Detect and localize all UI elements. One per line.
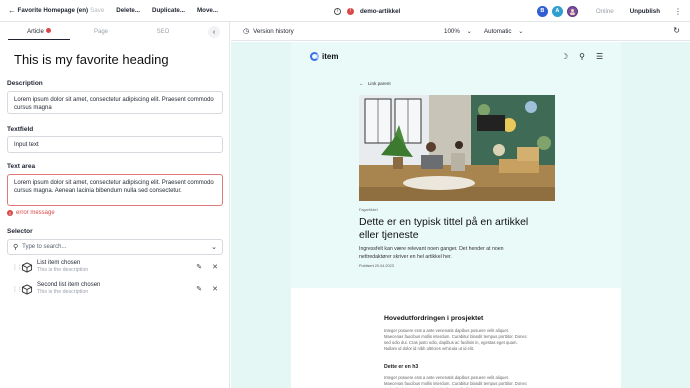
error-dot-icon: [45, 28, 51, 33]
menu-icon[interactable]: ☰: [596, 52, 603, 61]
arrow-left-icon: ←: [359, 81, 364, 86]
selector-input[interactable]: ⚲ Type to search... ⌄: [7, 239, 223, 255]
article-date: Publisert 20.04.2023: [359, 264, 394, 268]
cube-icon: [21, 261, 33, 273]
list-item-title: Second list item chosen: [37, 282, 101, 288]
tab-label: Page: [93, 29, 108, 35]
avatar[interactable]: A: [551, 5, 563, 17]
preview-panel: ◷ Version history 100% ⌄ Automatic ⌄ ↻ i…: [231, 22, 690, 388]
list-item-description: This is the description: [37, 267, 89, 273]
info-icon[interactable]: i: [334, 7, 341, 15]
list-item: ⋮⋮ Second list item chosen This is the d…: [12, 280, 222, 298]
chevron-left-icon: ‹: [212, 28, 216, 36]
search-icon: ⚲: [13, 244, 19, 251]
version-history-button[interactable]: ◷ Version history: [243, 27, 294, 36]
device-select[interactable]: Automatic ⌄: [484, 28, 523, 35]
avatar[interactable]: [566, 5, 578, 17]
user-photo-icon: [569, 8, 575, 15]
tab-label: SEO: [156, 29, 170, 35]
drag-handle-icon[interactable]: ⋮⋮: [12, 264, 23, 271]
arrow-left-icon[interactable]: ←: [8, 6, 18, 15]
preview-canvas: item ☽ ⚲ ☰ ← Link parent Fagartikkel Det…: [231, 42, 690, 388]
textfield-label: Textfield: [7, 126, 34, 133]
hero-image: [359, 95, 555, 201]
list-item-description: This is the description: [37, 289, 89, 295]
top-toolbar: ← Favorite Homepage (en) Save Delete... …: [0, 0, 690, 22]
list-item-title: List item chosen: [37, 260, 81, 266]
chevron-down-icon: ⌄: [466, 28, 472, 35]
duplicate-button[interactable]: Duplicate...: [152, 7, 185, 14]
close-icon[interactable]: ✕: [212, 285, 218, 293]
version-history-label: Version history: [253, 27, 294, 35]
selector-label: Selector: [7, 228, 33, 235]
tab-page[interactable]: Page: [70, 26, 132, 40]
textarea-field[interactable]: Lorem ipsum dolor sit amet, consectetur …: [7, 174, 223, 206]
textarea-label: Text area: [7, 163, 36, 170]
site-logo[interactable]: item: [310, 52, 338, 61]
link-parent-label: Link parent: [367, 81, 391, 86]
unpublish-button[interactable]: Unpublish: [630, 8, 660, 15]
zoom-select[interactable]: 100% ⌄: [444, 28, 472, 35]
logo-text: item: [322, 52, 339, 61]
editor-tabs: Article Page SEO: [8, 26, 208, 40]
page-slug: demo-artikkel: [360, 7, 401, 15]
alert-icon[interactable]: !: [347, 7, 354, 15]
textfield-input[interactable]: Input text: [7, 136, 223, 153]
description-field[interactable]: Lorem ipsum dolor sit amet, consectetur …: [7, 91, 223, 114]
preview-toolbar: ◷ Version history 100% ⌄ Automatic ⌄ ↻: [231, 22, 690, 41]
error-message: ! error message: [7, 210, 55, 216]
avatar[interactable]: B: [536, 5, 548, 17]
article-title: Dette er en typisk tittel på en artikkel…: [359, 216, 529, 241]
delete-button[interactable]: Delete...: [116, 7, 140, 14]
more-vertical-icon[interactable]: ⋮: [674, 7, 682, 16]
move-button[interactable]: Move...: [197, 7, 218, 14]
list-item: ⋮⋮ List item chosen This is the descript…: [12, 258, 222, 276]
subsection-heading: Dette er en h3: [384, 364, 419, 370]
paragraph: Integer posuere erat a ante venenatis da…: [384, 375, 527, 388]
refresh-icon[interactable]: ↻: [673, 26, 680, 35]
article-intro: Ingressfelt kan være relevant noen gange…: [359, 246, 504, 260]
logo-mark-icon: [310, 52, 319, 61]
device-value: Automatic: [484, 28, 512, 35]
close-icon[interactable]: ✕: [212, 263, 218, 271]
tab-article[interactable]: Article: [8, 26, 70, 40]
link-parent[interactable]: ← Link parent: [359, 81, 391, 86]
drag-handle-icon[interactable]: ⋮⋮: [12, 286, 23, 293]
heading-field[interactable]: This is my favorite heading: [14, 52, 169, 67]
editor-panel: Article Page SEO ‹ This is my favorite h…: [0, 22, 230, 388]
zoom-value: 100%: [444, 28, 460, 35]
status-badge: Online: [595, 7, 614, 15]
paragraph: Integer posuere erat a ante venenatis da…: [384, 328, 527, 351]
chevron-down-icon[interactable]: ⌄: [211, 243, 217, 251]
edit-icon[interactable]: ✎: [196, 285, 202, 293]
tab-label: Article: [27, 29, 44, 35]
chevron-down-icon: ⌄: [518, 28, 524, 35]
edit-icon[interactable]: ✎: [196, 263, 202, 271]
save-button[interactable]: Save: [90, 7, 104, 14]
article-kicker: Fagartikkel: [359, 208, 378, 212]
error-text: error message: [16, 210, 55, 216]
section-heading: Hovedutfordringen i prosjektet: [384, 315, 484, 322]
history-icon: ◷: [243, 28, 250, 35]
site-nav: ☽ ⚲ ☰: [561, 52, 603, 61]
collapse-panel-button[interactable]: ‹: [208, 26, 220, 38]
document-title: Favorite Homepage (en): [17, 7, 89, 14]
theme-toggle-icon[interactable]: ☽: [561, 52, 568, 61]
tab-seo[interactable]: SEO: [132, 26, 194, 40]
search-icon[interactable]: ⚲: [579, 52, 585, 61]
selector-placeholder: Type to search...: [22, 244, 67, 250]
error-icon: !: [7, 210, 13, 216]
cube-icon: [21, 283, 33, 295]
description-label: Description: [7, 80, 43, 87]
